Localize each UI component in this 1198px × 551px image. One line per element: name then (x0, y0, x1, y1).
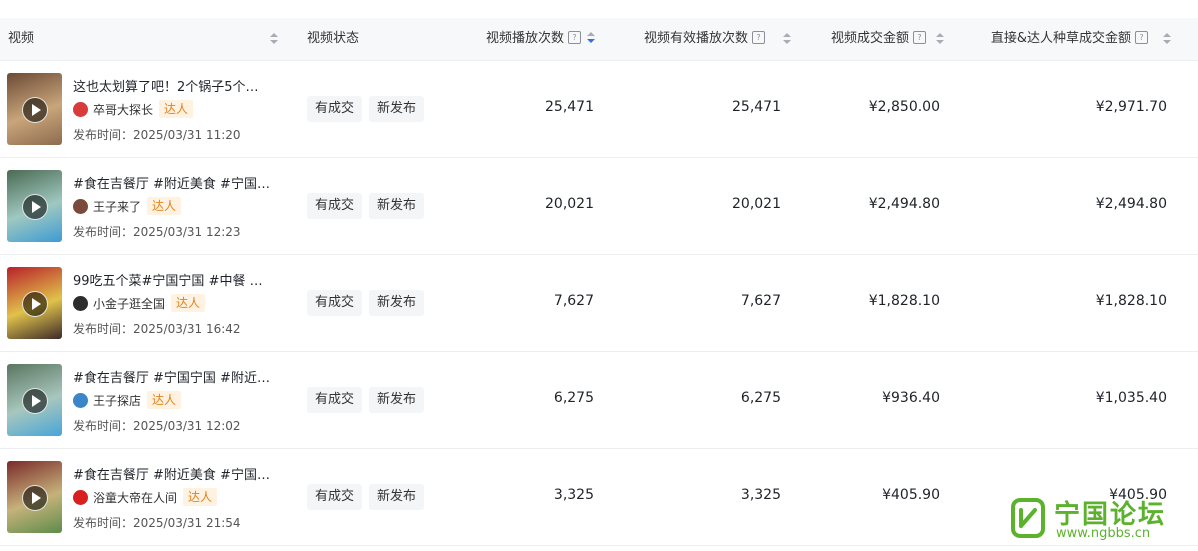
video-thumbnail[interactable] (7, 267, 62, 339)
deal-amount-value: ¥2,494.80 (868, 196, 940, 212)
plays-value: 25,471 (545, 99, 594, 115)
author-name[interactable]: 浴童大帝在人间 (93, 489, 177, 506)
author-info: 浴童大帝在人间 达人 (73, 487, 218, 507)
author-info: 卒哥大探长 达人 (73, 99, 194, 119)
author-name[interactable]: 王子来了 (93, 198, 141, 215)
header-plays-label: 视频播放次数 (485, 31, 564, 46)
author-info: 小金子逛全国 达人 (73, 293, 206, 313)
author-avatar (73, 392, 88, 408)
publish-time: 发布时间：2025/03/31 12:02 (73, 419, 241, 433)
help-icon[interactable]: ? (913, 31, 926, 44)
direct-amount-value: ¥1,035.40 (1095, 390, 1167, 406)
status-tag-deal: 有成交 (307, 193, 363, 219)
play-icon[interactable] (22, 97, 48, 123)
direct-amount-value: ¥2,494.80 (1095, 196, 1167, 212)
video-title[interactable]: #食在吉餐厅 #宁国宁国 #附近… (73, 367, 270, 386)
publish-time: 发布时间：2025/03/31 11:20 (73, 128, 241, 142)
valid-plays-value: 6,275 (740, 390, 781, 406)
header-valid-plays[interactable]: 视频有效播放次数? (610, 18, 765, 60)
valid-plays-value: 3,325 (740, 487, 781, 503)
video-title[interactable]: 99吃五个菜#宁国宁国 #中餐 … (73, 270, 263, 289)
header-status-label: 视频状态 (307, 31, 360, 46)
status-tag-new: 新发布 (369, 193, 425, 219)
plays-value: 3,325 (553, 487, 594, 503)
table-row[interactable]: 99吃五个菜#宁国宁国 #中餐 … 小金子逛全国 达人 发布时间：2025/03… (0, 255, 1198, 352)
video-thumbnail[interactable] (7, 170, 62, 242)
publish-time: 发布时间：2025/03/31 12:23 (73, 225, 241, 239)
deal-amount-value: ¥936.40 (882, 390, 940, 406)
status-tag-new: 新发布 (369, 96, 425, 122)
video-title[interactable]: 这也太划算了吧！2个锅子5个… (73, 76, 259, 95)
plays-value: 6,275 (553, 390, 594, 406)
header-deal-amount-label: 视频成交金额 (830, 31, 909, 46)
table-row[interactable]: #食在吉餐厅 #附近美食 #宁国… 王子来了 达人 发布时间：2025/03/3… (0, 158, 1198, 255)
sort-desc-active-icon[interactable] (587, 31, 595, 44)
brand-url: www.ngbbs.cn (1056, 526, 1151, 541)
author-avatar (73, 295, 88, 311)
header-direct-amount-label: 直接&达人种草成交金额 (990, 31, 1131, 46)
daren-badge: 达人 (159, 100, 194, 118)
deal-amount-value: ¥405.90 (882, 487, 940, 503)
deal-amount-value: ¥2,850.00 (868, 99, 940, 115)
video-thumbnail[interactable] (7, 73, 62, 145)
author-avatar (73, 198, 88, 214)
video-title[interactable]: #食在吉餐厅 #附近美食 #宁国… (73, 464, 270, 483)
valid-plays-value: 25,471 (732, 99, 781, 115)
help-icon[interactable]: ? (568, 31, 581, 44)
video-data-table: 视频 视频状态 视频播放次数? 视频有效播放次数? 视频成交金额? 直接&达人种… (0, 18, 1198, 546)
play-icon[interactable] (22, 388, 48, 414)
play-icon[interactable] (22, 194, 48, 220)
header-status: 视频状态 (307, 18, 359, 60)
header-video: 视频 (8, 18, 34, 60)
status-tag-deal: 有成交 (307, 484, 363, 510)
table-row[interactable]: 这也太划算了吧！2个锅子5个… 卒哥大探长 达人 发布时间：2025/03/31… (0, 61, 1198, 158)
help-icon[interactable]: ? (752, 31, 765, 44)
author-name[interactable]: 小金子逛全国 (93, 295, 165, 312)
video-thumbnail[interactable] (7, 364, 62, 436)
header-direct-amount[interactable]: 直接&达人种草成交金额? (960, 18, 1148, 60)
site-watermark-logo: 宁国论坛 www.ngbbs.cn (1010, 496, 1190, 546)
plays-value: 7,627 (553, 293, 594, 309)
header-video-label: 视频 (8, 31, 35, 46)
ngbbs-logo-icon (1011, 498, 1045, 538)
direct-amount-value: ¥2,971.70 (1095, 99, 1167, 115)
author-info: 王子来了 达人 (73, 196, 182, 216)
header-valid-plays-label: 视频有效播放次数 (643, 31, 748, 46)
status-tag-deal: 有成交 (307, 290, 363, 316)
valid-plays-value: 20,021 (732, 196, 781, 212)
video-title[interactable]: #食在吉餐厅 #附近美食 #宁国… (73, 173, 270, 192)
status-tag-deal: 有成交 (307, 96, 363, 122)
header-plays[interactable]: 视频播放次数? (440, 18, 595, 60)
play-icon[interactable] (22, 291, 48, 317)
valid-plays-value: 7,627 (740, 293, 781, 309)
header-deal-amount[interactable]: 视频成交金额? (790, 18, 926, 60)
author-name[interactable]: 王子探店 (93, 392, 141, 409)
table-row[interactable]: #食在吉餐厅 #宁国宁国 #附近… 王子探店 达人 发布时间：2025/03/3… (0, 352, 1198, 449)
author-avatar (73, 489, 88, 505)
status-tag-deal: 有成交 (307, 387, 363, 413)
status-tag-new: 新发布 (369, 484, 425, 510)
author-avatar (73, 101, 88, 117)
sort-deal-amount-icon[interactable] (936, 33, 944, 45)
table-header: 视频 视频状态 视频播放次数? 视频有效播放次数? 视频成交金额? 直接&达人种… (0, 18, 1198, 61)
sort-direct-amount-icon[interactable] (1163, 33, 1171, 45)
status-tag-new: 新发布 (369, 290, 425, 316)
daren-badge: 达人 (171, 294, 206, 312)
daren-badge: 达人 (147, 391, 182, 409)
deal-amount-value: ¥1,828.10 (868, 293, 940, 309)
play-icon[interactable] (22, 485, 48, 511)
direct-amount-value: ¥1,828.10 (1095, 293, 1167, 309)
plays-value: 20,021 (545, 196, 594, 212)
publish-time: 发布时间：2025/03/31 16:42 (73, 322, 241, 336)
author-info: 王子探店 达人 (73, 390, 182, 410)
author-name[interactable]: 卒哥大探长 (93, 101, 153, 118)
video-thumbnail[interactable] (7, 461, 62, 533)
publish-time: 发布时间：2025/03/31 21:54 (73, 516, 241, 530)
sort-video-icon[interactable] (270, 33, 278, 45)
daren-badge: 达人 (183, 488, 218, 506)
daren-badge: 达人 (147, 197, 182, 215)
help-icon[interactable]: ? (1135, 31, 1148, 44)
table-body: 这也太划算了吧！2个锅子5个… 卒哥大探长 达人 发布时间：2025/03/31… (0, 61, 1198, 546)
status-tag-new: 新发布 (369, 387, 425, 413)
